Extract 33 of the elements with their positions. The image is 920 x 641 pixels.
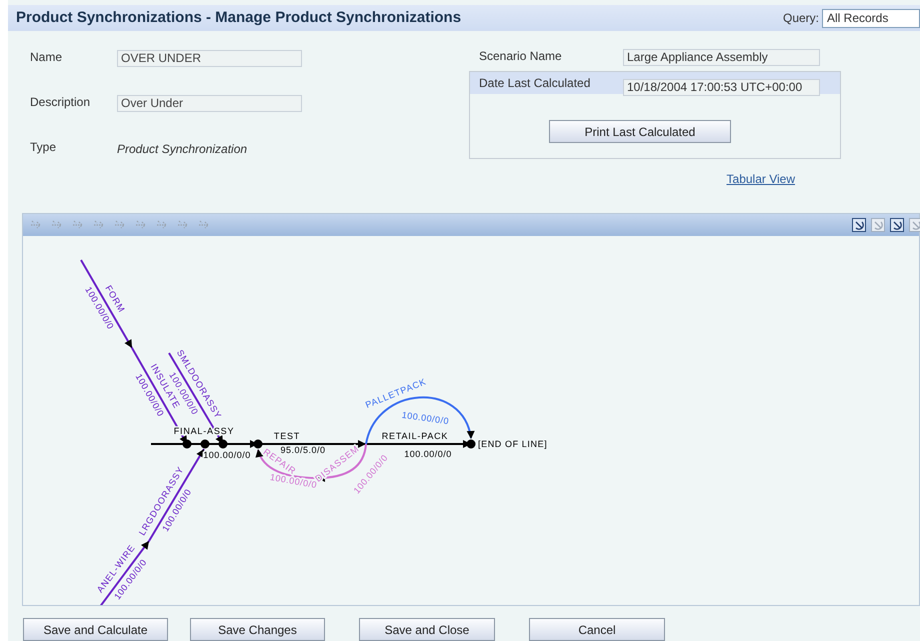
- text-field[interactable]: 10/18/2004 17:00:53 UTC+00:00: [623, 78, 820, 96]
- node-dot: [218, 440, 228, 448]
- end-of-line-label: [END OF LINE]: [478, 439, 548, 449]
- edge-value: 100.00/0/0: [203, 450, 251, 460]
- tabular-view-link[interactable]: Tabular View: [726, 170, 795, 188]
- edge-value: 100.00/0/0: [401, 410, 450, 426]
- field-label: Type: [30, 139, 58, 156]
- text-field[interactable]: OVER UNDER: [117, 50, 302, 68]
- action-button[interactable]: Save Changes: [190, 618, 325, 641]
- node-dot: [466, 440, 476, 448]
- node-dot: [182, 440, 192, 448]
- action-button[interactable]: Save and Calculate: [23, 618, 168, 641]
- field-label: Name: [30, 49, 64, 66]
- node-dot: [200, 440, 210, 448]
- print-button[interactable]: Print Last Calculated: [549, 120, 731, 144]
- node-dot: [254, 440, 262, 448]
- text-field[interactable]: Over Under: [117, 95, 302, 112]
- page-title: Product Synchronizations - Manage Product Synchronizations: [16, 8, 462, 28]
- edge-value: 100.00/0/0: [269, 472, 318, 490]
- action-button[interactable]: Cancel: [529, 618, 665, 641]
- edge-label: RETAIL-PACK: [382, 431, 448, 441]
- field-label: Scenario Name: [479, 48, 563, 66]
- edge-value: 100.00/0/0: [404, 449, 452, 459]
- query-select[interactable]: All Records: [822, 8, 920, 28]
- query-label: Query:: [782, 10, 819, 28]
- toolbar-tool-icon[interactable]: [890, 218, 904, 232]
- field-label: Description: [30, 94, 92, 112]
- edge-label: TEST: [274, 431, 300, 441]
- field-value: Product Synchronization: [117, 141, 248, 158]
- field-label: Date Last Calculated: [479, 75, 592, 92]
- action-button[interactable]: Save and Close: [359, 618, 495, 641]
- text-field[interactable]: Large Appliance Assembly: [623, 49, 820, 66]
- toolbar-tool-icon[interactable]: [852, 218, 866, 232]
